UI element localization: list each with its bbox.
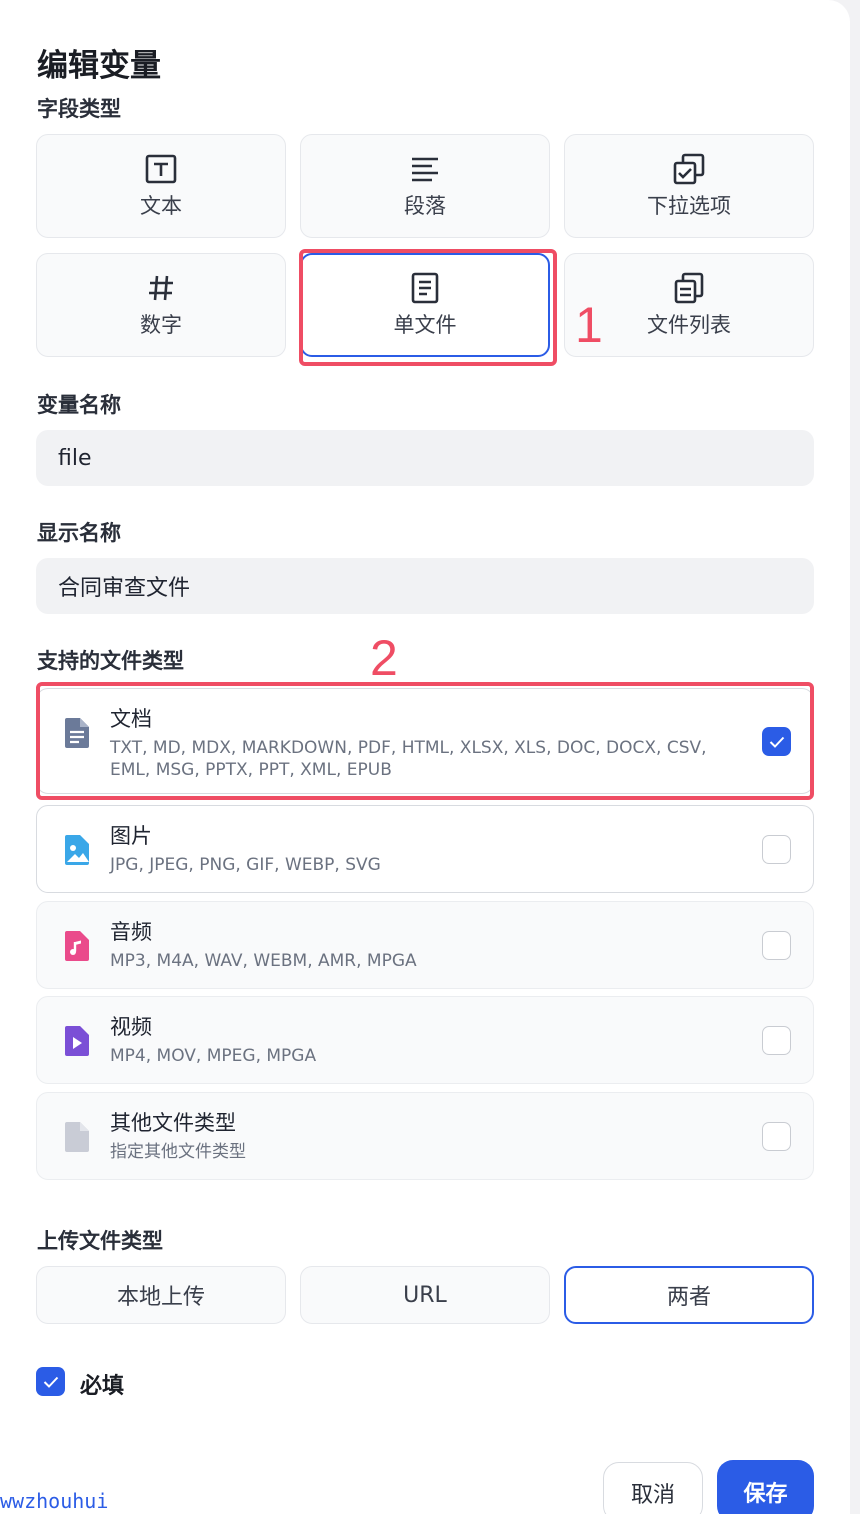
field-type-number[interactable]: 数字 xyxy=(36,253,286,357)
file-type-extensions: MP3, M4A, WAV, WEBM, AMR, MPGA xyxy=(110,951,417,971)
video-type-icon xyxy=(63,1025,93,1057)
upload-option-both[interactable]: 两者 xyxy=(564,1266,814,1324)
file-type-extensions: MP4, MOV, MPEG, MPGA xyxy=(110,1046,317,1066)
document-type-icon xyxy=(63,717,93,749)
file-type-name: 文档 xyxy=(110,707,152,731)
field-type-paragraph[interactable]: 段落 xyxy=(300,134,550,238)
file-type-extensions: 指定其他文件类型 xyxy=(110,1142,246,1162)
file-type-image[interactable]: 图片 JPG, JPEG, PNG, GIF, WEBP, SVG xyxy=(36,805,814,893)
display-name-input[interactable]: 合同审查文件 xyxy=(36,558,814,614)
variable-name-input[interactable]: file xyxy=(36,430,814,486)
save-button[interactable]: 保存 xyxy=(717,1460,814,1514)
text-box-icon xyxy=(144,152,178,186)
file-types-label: 支持的文件类型 xyxy=(37,649,184,673)
field-type-label-select: 下拉选项 xyxy=(647,194,731,218)
display-name-label: 显示名称 xyxy=(37,521,121,545)
file-type-checkbox-document[interactable] xyxy=(762,727,791,756)
watermark: wwzhouhui xyxy=(0,1489,109,1513)
required-label: 必填 xyxy=(80,1374,125,1399)
cancel-button[interactable]: 取消 xyxy=(603,1462,703,1514)
annotation-number-1: 1 xyxy=(575,297,603,353)
field-type-grid: 文本 段落 下拉选项 数字 单文件 文件列表 xyxy=(36,134,814,358)
field-type-select[interactable]: 下拉选项 xyxy=(564,134,814,238)
document-icon xyxy=(408,271,442,305)
file-list-icon xyxy=(672,271,706,305)
upload-option-url[interactable]: URL xyxy=(300,1266,550,1324)
edit-variable-dialog: 编辑变量 字段类型 文本 段落 下拉选项 数字 单文件 文件列表 1 变量名称 … xyxy=(0,0,850,1514)
file-type-audio[interactable]: 音频 MP3, M4A, WAV, WEBM, AMR, MPGA xyxy=(36,901,814,989)
file-type-document[interactable]: 文档 TXT, MD, MDX, MARKDOWN, PDF, HTML, XL… xyxy=(36,688,814,794)
annotation-number-2: 2 xyxy=(370,630,398,686)
required-checkbox[interactable] xyxy=(36,1367,65,1396)
file-type-extensions: TXT, MD, MDX, MARKDOWN, PDF, HTML, XLSX,… xyxy=(110,738,707,780)
field-type-label-paragraph: 段落 xyxy=(404,194,446,218)
audio-type-icon xyxy=(63,930,93,962)
file-type-name: 视频 xyxy=(110,1015,152,1039)
paragraph-lines-icon xyxy=(408,152,442,186)
hash-icon xyxy=(144,271,178,305)
file-type-extensions: JPG, JPEG, PNG, GIF, WEBP, SVG xyxy=(110,855,381,875)
upload-method-label: 上传文件类型 xyxy=(37,1229,163,1253)
field-type-single-file[interactable]: 单文件 xyxy=(300,253,550,357)
field-type-label: 字段类型 xyxy=(37,97,121,121)
field-type-label-number: 数字 xyxy=(140,313,182,337)
field-type-label-file-list: 文件列表 xyxy=(647,313,731,337)
file-type-name: 其他文件类型 xyxy=(110,1111,236,1135)
field-type-label-single-file: 单文件 xyxy=(393,313,457,337)
file-type-name: 音频 xyxy=(110,920,152,944)
image-type-icon xyxy=(63,834,93,866)
upload-option-local[interactable]: 本地上传 xyxy=(36,1266,286,1324)
file-type-video[interactable]: 视频 MP4, MOV, MPEG, MPGA xyxy=(36,996,814,1084)
file-type-name: 图片 xyxy=(110,824,152,848)
dialog-title: 编辑变量 xyxy=(37,48,161,84)
select-copy-check-icon xyxy=(672,152,706,186)
other-file-icon xyxy=(63,1121,93,1153)
file-type-checkbox-video[interactable] xyxy=(762,1026,791,1055)
field-type-label-text: 文本 xyxy=(140,194,182,218)
file-type-checkbox-audio[interactable] xyxy=(762,931,791,960)
field-type-text[interactable]: 文本 xyxy=(36,134,286,238)
variable-name-label: 变量名称 xyxy=(37,393,121,417)
file-type-checkbox-image[interactable] xyxy=(762,835,791,864)
file-type-other[interactable]: 其他文件类型 指定其他文件类型 xyxy=(36,1092,814,1180)
file-type-checkbox-other[interactable] xyxy=(762,1122,791,1151)
